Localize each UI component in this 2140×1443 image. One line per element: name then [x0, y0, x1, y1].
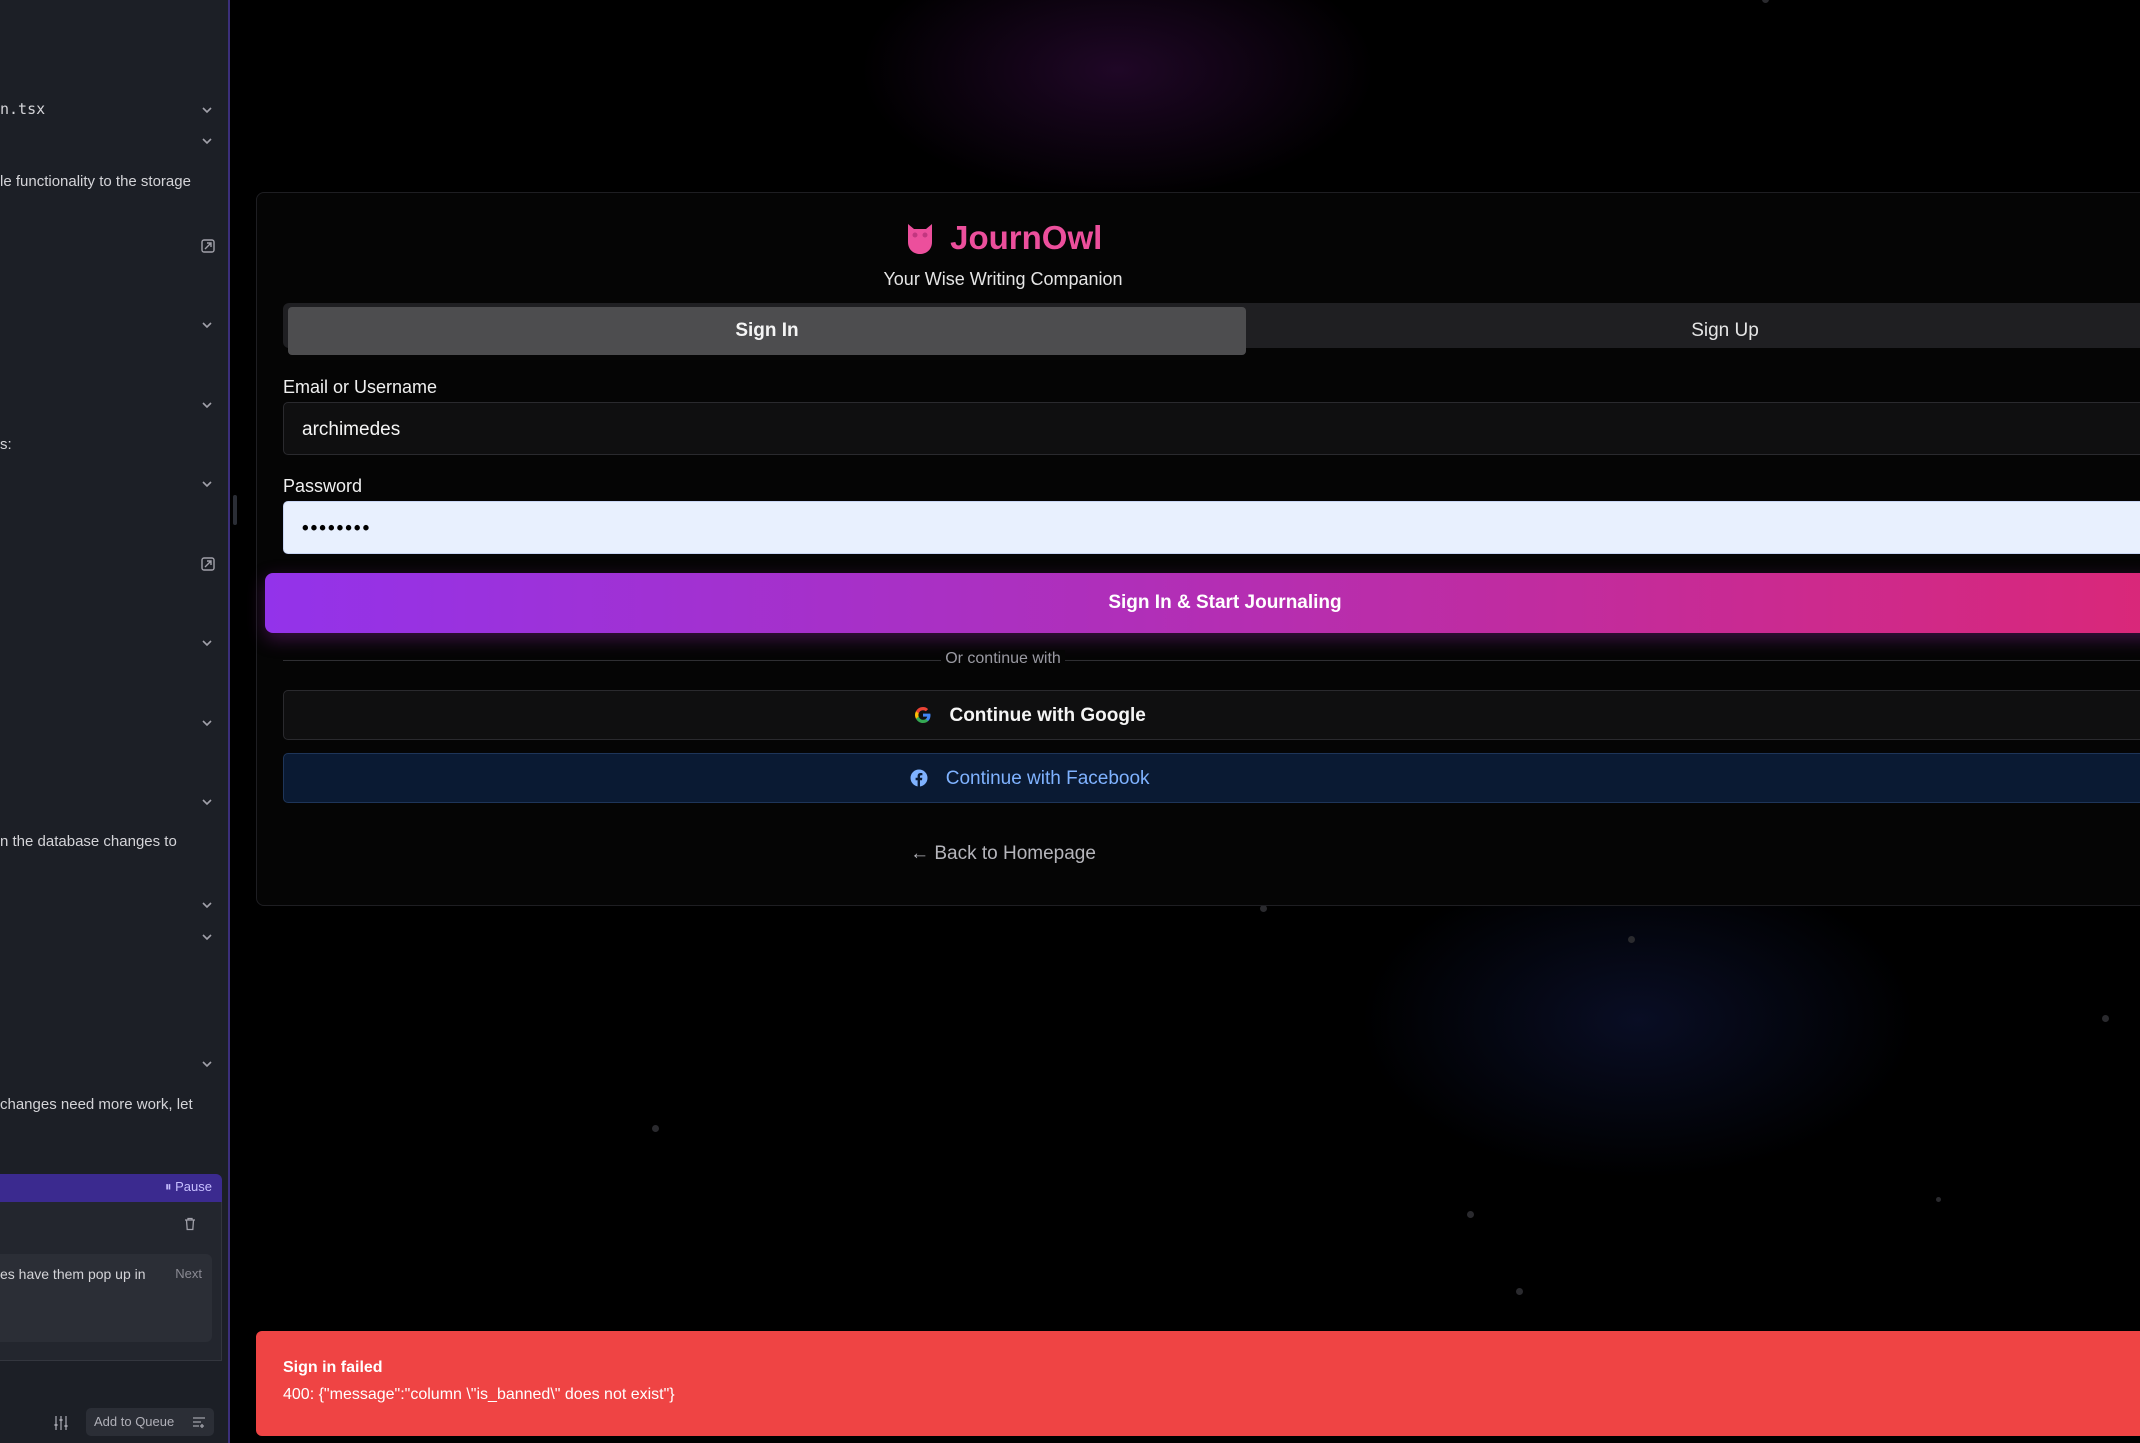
chevron-down-icon[interactable]: [200, 795, 214, 809]
add-to-queue-label: Add to Queue: [94, 1414, 175, 1429]
chevron-down-icon[interactable]: [200, 318, 214, 332]
divider-label: Or continue with: [941, 650, 1065, 667]
chevron-down-icon[interactable]: [200, 930, 214, 944]
chevron-down-icon[interactable]: [200, 1057, 214, 1071]
chevron-down-icon[interactable]: [200, 134, 214, 148]
chevron-down-icon[interactable]: [200, 103, 214, 117]
sidebar-message-text: le functionality to the storage: [0, 173, 191, 190]
star-dot: [1936, 1197, 1941, 1202]
sidebar-file-item[interactable]: n.tsx: [0, 100, 45, 118]
queue-header: ⏸ Pause: [0, 1174, 222, 1202]
owl-icon: [904, 220, 936, 256]
sidebar-message-text: changes need more work, let: [0, 1096, 193, 1113]
sidebar-message-text: s:: [0, 436, 12, 453]
chevron-down-icon[interactable]: [200, 898, 214, 912]
panel-resize-handle[interactable]: [233, 495, 237, 525]
back-to-homepage-link[interactable]: ← Back to Homepage: [257, 843, 1749, 865]
star-dot: [1762, 0, 1769, 3]
sign-in-button-label: Sign In & Start Journaling: [1108, 592, 1342, 613]
facebook-icon: [910, 769, 928, 787]
chat-sidebar: n.tsx le functionality to the storage s:…: [0, 0, 230, 1443]
star-dot: [2102, 1015, 2109, 1022]
queue-panel: es have them pop up in Next: [0, 1202, 222, 1360]
tagline: Your Wise Writing Companion: [883, 269, 1123, 289]
sidebar-divider[interactable]: [228, 0, 230, 1443]
open-external-icon[interactable]: [200, 238, 216, 254]
settings-sliders-icon[interactable]: [52, 1414, 70, 1432]
google-button-label: Continue with Google: [949, 705, 1146, 726]
chevron-down-icon[interactable]: [200, 636, 214, 650]
email-label: Email or Username: [283, 377, 438, 397]
auth-tabs: Sign In Sign Up: [283, 303, 2140, 355]
google-icon: [914, 706, 932, 724]
toast-message: 400: {"message":"column \"is_banned\" do…: [283, 1386, 675, 1403]
auth-card: JournOwl Your Wise Writing Companion Sig…: [256, 192, 2140, 906]
brand-name: JournOwl: [950, 219, 1103, 256]
auth-page: JournOwl Your Wise Writing Companion Sig…: [238, 0, 2140, 1443]
brand-header: JournOwl: [257, 219, 1749, 257]
tab-sign-up[interactable]: Sign Up: [1246, 307, 2140, 347]
google-button[interactable]: Continue with Google: [283, 690, 2140, 740]
chevron-down-icon[interactable]: [200, 398, 214, 412]
chevron-down-icon[interactable]: [200, 716, 214, 730]
trash-icon[interactable]: [182, 1216, 198, 1232]
divider-text: Or continue with: [257, 650, 1749, 668]
tab-sign-in[interactable]: Sign In: [288, 307, 1246, 355]
sign-in-button[interactable]: Sign In & Start Journaling: [265, 573, 2140, 633]
email-field[interactable]: archimedes: [283, 402, 2140, 455]
open-external-icon[interactable]: [200, 556, 216, 572]
queue-icon: [192, 1415, 206, 1429]
star-dot: [1628, 936, 1635, 943]
queue-item[interactable]: es have them pop up in Next: [0, 1254, 212, 1342]
chevron-down-icon[interactable]: [200, 477, 214, 491]
star-dot: [1260, 905, 1267, 912]
star-dot: [1467, 1211, 1474, 1218]
next-badge: Next: [175, 1266, 202, 1281]
password-label: Password: [283, 476, 363, 496]
pause-button[interactable]: ⏸ Pause: [165, 1179, 212, 1195]
add-to-queue-button[interactable]: Add to Queue: [86, 1408, 214, 1436]
sidebar-message-text: n the database changes to: [0, 833, 177, 850]
composer-bar: Add to Queue: [0, 1360, 222, 1443]
queue-item-text: es have them pop up in: [0, 1266, 146, 1282]
facebook-button[interactable]: Continue with Facebook: [283, 753, 2140, 803]
background-glow: [858, 0, 1378, 200]
facebook-button-label: Continue with Facebook: [945, 768, 1150, 789]
star-dot: [652, 1125, 659, 1132]
star-dot: [1516, 1288, 1523, 1295]
toast-title: Sign in failed: [283, 1359, 383, 1376]
background-glow: [1358, 860, 1918, 1180]
error-toast[interactable]: Sign in failed 400: {"message":"column \…: [256, 1331, 2140, 1436]
pause-label: Pause: [175, 1179, 212, 1194]
password-field[interactable]: ••••••••: [283, 501, 2140, 554]
